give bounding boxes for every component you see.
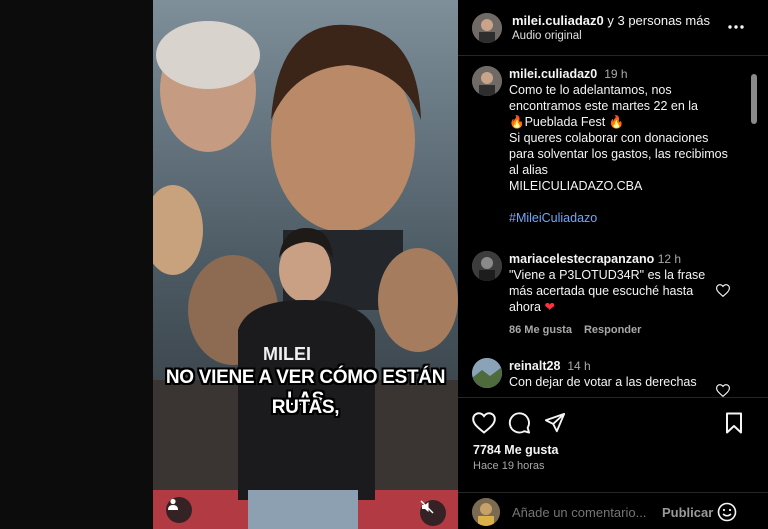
heart-icon[interactable] [715,384,731,397]
mute-button[interactable] [420,500,446,526]
save-button[interactable] [724,412,744,439]
post-actions: 7784 Me gusta Hace 19 horas [458,397,768,492]
comment-username[interactable]: mariacelestecrapanzano [509,252,654,266]
audio-link[interactable]: Audio original [512,30,582,42]
comment-time: 14 h [567,359,591,373]
current-user-avatar [472,498,500,526]
likes-count[interactable]: 7784 Me gusta [473,443,558,457]
comment-username[interactable]: reinalt28 [509,359,560,373]
comment-username[interactable]: milei.culiadaz0 [509,67,597,81]
comment-icon [508,412,531,439]
comment-line: encontramos este martes 22 en la [509,99,698,113]
comment-line: "Viene a P3LOTUD34R" es la frase [509,268,706,282]
svg-text:MILEI: MILEI [263,344,311,364]
comment-body: milei.culiadaz0 19 h Como te lo adelanta… [509,66,737,226]
post-details-panel: milei.culiadaz0 y 3 personas más Audio o… [458,0,768,529]
comment-body: reinalt28 14 h Con dejar de votar a las … [509,358,737,390]
comment-line: ahora [509,300,541,314]
comment-line: Como te lo adelantamos, nos [509,83,672,97]
like-button[interactable] [472,412,496,439]
commenter-avatar[interactable] [472,358,502,388]
comment-line: Si queres colaborar con donaciones [509,131,709,145]
comment-button[interactable] [508,412,531,440]
comment-time: 19 h [604,67,628,81]
comment-line: Con dejar de votar a las derechas [509,375,697,389]
hashtag-link[interactable]: #MileiCuliadazo [509,211,597,225]
heart-icon [472,412,496,438]
author-username[interactable]: milei.culiadaz0 [512,13,604,28]
heart-emoji-icon: ❤ [544,300,555,314]
publish-button[interactable]: Publicar [662,505,713,520]
comment-time: 12 h [657,252,682,266]
heart-icon[interactable] [715,284,731,302]
reply-button[interactable]: Responder [584,324,641,336]
coauthors-link[interactable]: y 3 personas más [604,13,710,28]
comment-line: MILEICULIADAZO.CBA [509,179,643,193]
share-button[interactable] [544,412,566,439]
comment-line: más acertada que escuché hasta [509,284,694,298]
comment-line: al alias [509,163,548,177]
comment-line: 🔥Pueblada Fest 🔥 [509,115,625,129]
author-avatar[interactable] [472,13,502,43]
scrollbar-thumb[interactable] [751,74,757,124]
post-header: milei.culiadaz0 y 3 personas más Audio o… [458,0,768,56]
commenter-avatar[interactable] [472,251,502,281]
video-frame: MILEI [153,0,458,529]
post-time: Hace 19 horas [473,460,545,472]
add-comment-input[interactable] [512,505,652,520]
comment-line: para solventar los gastos, las recibimos [509,147,728,161]
commenter-avatar[interactable] [472,66,502,96]
more-options-icon[interactable] [727,20,745,39]
share-icon [544,412,566,438]
post-authors: milei.culiadaz0 y 3 personas más [512,13,710,28]
add-comment-bar: Publicar [458,492,768,529]
comments-list[interactable]: milei.culiadaz0 19 h Como te lo adelanta… [458,57,768,397]
emoji-icon[interactable] [717,502,737,527]
post-video[interactable]: MILEI NO VIENE A VER CÓMO ESTÁN LAS RUTA… [153,0,458,529]
comment-body: mariacelestecrapanzano 12 h "Viene a P3L… [509,251,737,315]
video-caption-line2: RUTAS, [271,397,340,418]
user-tag-button[interactable] [166,497,192,523]
comment-likes[interactable]: 86 Me gusta [509,324,572,336]
comment-meta: 86 Me gusta Responder [509,324,653,336]
bookmark-icon [724,412,744,438]
